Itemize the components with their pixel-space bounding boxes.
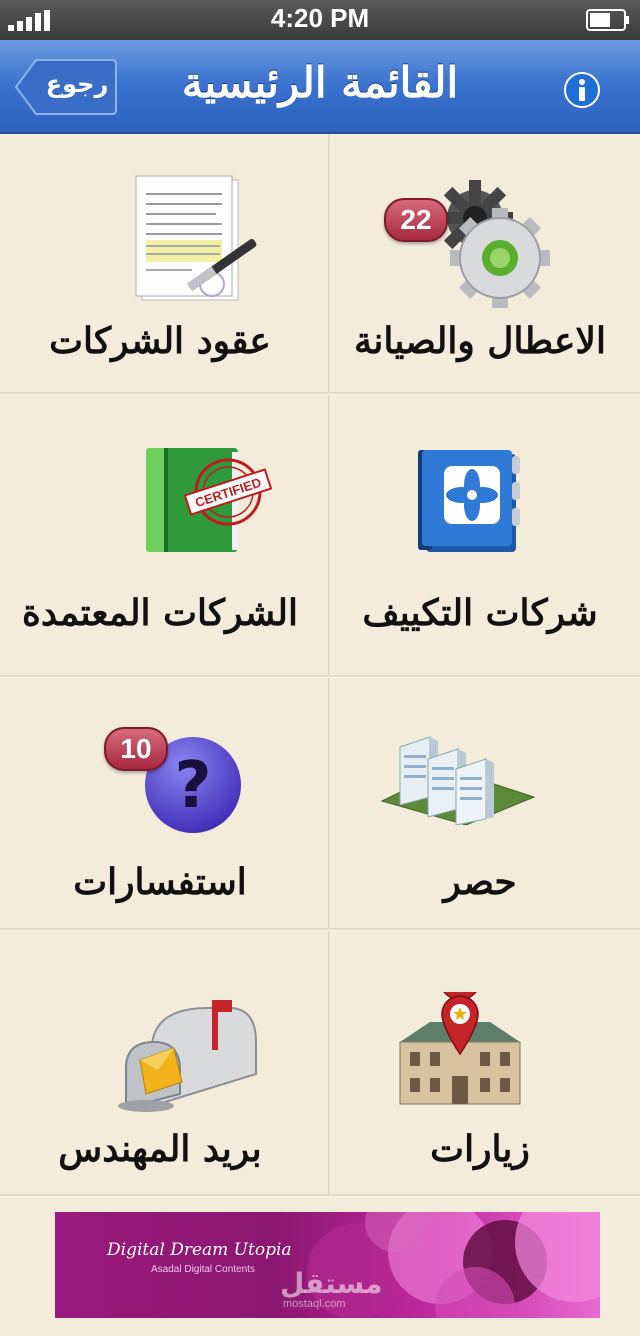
battery-icon [586, 9, 629, 31]
gears-icon [437, 180, 550, 308]
contract-document-icon [135, 175, 257, 301]
tile-label: شركات التكييف [362, 592, 598, 634]
watermark-url: mostaql.com [283, 1298, 346, 1310]
tile-inquiries[interactable]: ? 10 استفسارات [0, 677, 320, 928]
tile-label: حصر [443, 861, 517, 903]
banner-subtitle: Asadal Digital Contents [151, 1264, 255, 1275]
page-title: القائمة الرئيسية [181, 58, 459, 107]
info-icon[interactable] [564, 72, 600, 108]
notification-badge: 10 [104, 727, 168, 771]
tile-label: بريد المهندس [58, 1128, 262, 1170]
tile-label: الاعطال والصيانة [354, 320, 606, 362]
tile-ac-companies[interactable]: شركات التكييف [320, 394, 640, 675]
tile-contracts[interactable]: عقود الشركات [0, 134, 320, 392]
status-bar: 4:20 PM [0, 0, 640, 40]
certified-book-icon: CERTIFIED [146, 448, 272, 552]
tile-certified-companies[interactable]: CERTIFIED الشركات المعتمدة [0, 394, 320, 675]
ac-fan-book-icon [418, 450, 520, 552]
tile-inventory[interactable]: حصر [320, 677, 640, 928]
mailbox-icon [118, 1000, 257, 1112]
tile-visits[interactable]: زيارات [320, 930, 640, 1194]
notification-badge: 22 [384, 198, 448, 242]
buildings-icon [380, 736, 536, 825]
tile-maintenance[interactable]: 22 الاعطال والصيانة [320, 134, 640, 392]
svg-text:?: ? [174, 749, 211, 823]
tile-label: الشركات المعتمدة [21, 592, 299, 634]
watermark: مستقل [280, 1267, 383, 1300]
nav-bar: رجوع القائمة الرئيسية [0, 40, 640, 134]
tile-engineer-mail[interactable]: بريد المهندس [0, 930, 320, 1194]
tile-label: عقود الشركات [49, 320, 271, 362]
tile-label: زيارات [430, 1128, 530, 1170]
ad-banner[interactable]: Digital Dream Utopia Asadal Digital Cont… [55, 1212, 600, 1318]
location-building-icon [399, 992, 521, 1105]
grid-divider [0, 1194, 640, 1197]
status-time: 4:20 PM [270, 3, 370, 33]
banner-title: Digital Dream Utopia [107, 1240, 292, 1260]
tile-label: استفسارات [73, 861, 247, 903]
